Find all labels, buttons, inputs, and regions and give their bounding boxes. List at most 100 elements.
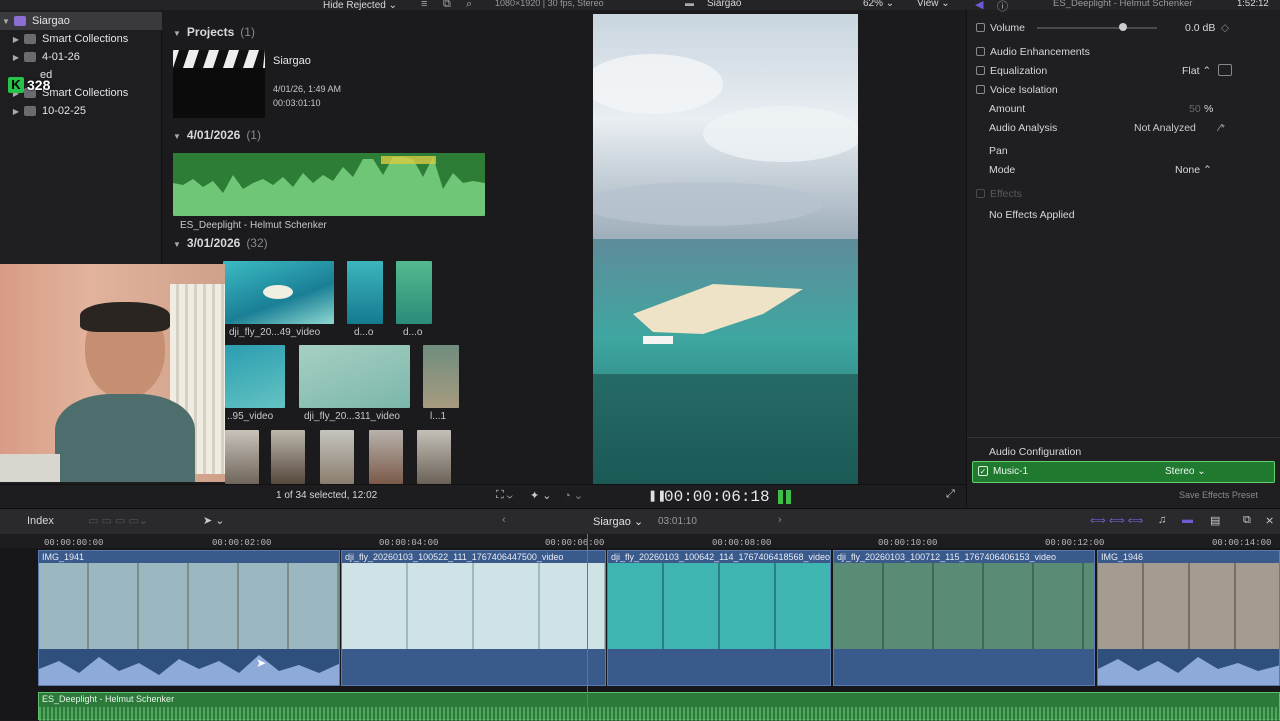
video-clip-thumbnail[interactable] [423,345,459,408]
audio-inspector-icon[interactable]: ◀ [975,0,983,11]
headphones-icon[interactable]: ♫ [1158,514,1166,526]
audio-clip-thumbnail[interactable] [173,153,485,216]
speed-icon[interactable]: ◔ ⌄ [564,489,583,502]
clapper-icon [173,50,265,68]
inspector-clip-title: ES_Deeplight - Helmut Schenker [1053,0,1193,9]
section-title: 4/01/2026 [186,128,241,142]
channel-checkbox[interactable]: ✓ [978,466,988,476]
disclosure-triangle-icon[interactable]: ▶ [10,35,22,44]
view-label: View [917,0,939,9]
view-dropdown[interactable]: View ⌄ [917,0,950,9]
channel-dropdown[interactable]: Stereo ⌄ [1165,466,1206,477]
video-clip-thumbnail[interactable] [225,430,259,484]
project-thumbnail[interactable] [173,50,265,118]
projects-header[interactable]: ▼ Projects (1) [173,25,255,39]
disclosure-triangle-icon[interactable]: ▼ [173,240,181,249]
volume-checkbox[interactable] [976,23,985,32]
timeline[interactable]: 00:00:00:00 00:00:02:00 00:00:04:00 00:0… [0,534,1280,721]
info-inspector-icon[interactable]: ⓘ [997,0,1008,14]
clip-settings-icon[interactable]: ⧉ [443,0,451,11]
back-arrow-icon[interactable]: ‹ [502,514,506,526]
video-clip-thumbnail[interactable] [396,261,432,324]
voice-isolation-row: Voice Isolation [967,80,1280,99]
library-item-event[interactable]: ▶ 10-02-25 [0,102,162,120]
index-button[interactable]: Index [27,515,54,527]
library-item-event[interactable]: ▶ 4-01-26 [0,48,162,66]
equalization-dropdown[interactable]: Flat ⌃ [1182,65,1211,77]
project-dropdown[interactable]: Siargao ⌄ [593,515,643,528]
timeline-clip[interactable]: IMG_1946 [1097,550,1280,686]
timecode-display[interactable]: 00:00:06:18 [664,488,770,506]
hide-rejected-dropdown[interactable]: Hide Rejected ⌄ [323,0,397,11]
transform-icon[interactable]: ⛶ ⌄ [496,489,513,502]
video-clip-thumbnail[interactable] [271,430,305,484]
ruler-label: 00:00:00:00 [44,538,104,548]
volume-slider[interactable] [1037,27,1157,29]
connect-clip-icon[interactable]: ▭ ▭ ▭ ▭⌄ [88,514,148,527]
clip-name: dji_fly_20260103_100522_111_176740644750… [345,552,564,562]
forward-arrow-icon[interactable]: › [778,514,782,526]
equalization-checkbox[interactable] [976,66,985,75]
search-icon[interactable]: ⌕ [466,0,472,11]
select-tool-icon[interactable]: ➤ ⌄ [203,514,225,527]
timeline-clip[interactable]: dji_fly_20260103_100522_111_176740644750… [341,550,606,686]
eq-graph-icon[interactable] [1218,64,1232,76]
disclosure-triangle-icon[interactable]: ▼ [173,132,181,141]
clip-label: l...1 [430,411,447,422]
divider [967,437,1280,438]
keyframe-icon[interactable]: ◇ [1221,22,1229,34]
video-clip-thumbnail[interactable] [223,261,334,324]
video-clip-thumbnail[interactable] [417,430,451,484]
music-clip[interactable]: ES_Deeplight - Helmut Schenker [38,692,1280,721]
pan-row: Pan [967,141,1280,160]
event-header-4-01-2026[interactable]: ▼ 4/01/2026 (1) [173,128,261,142]
clip-appearance-icon[interactable]: ▤ [1210,514,1220,527]
event-icon [24,106,36,116]
project-name[interactable]: Siargao [273,55,311,67]
timeline-clip[interactable]: dji_fly_20260103_100642_114_176740641856… [607,550,831,686]
timeline-clip[interactable]: dji_fly_20260103_100712_115_176740640615… [833,550,1095,686]
project-icon: ▬ [685,0,694,8]
disclosure-triangle-icon[interactable]: ▶ [10,107,22,116]
close-timeline-icon[interactable]: ⨯ [1265,514,1274,527]
disclosure-triangle-icon[interactable]: ▼ [0,17,12,26]
enhance-icon[interactable]: ✦ ⌄ [530,489,552,502]
enhancements-checkbox[interactable] [976,47,985,56]
fullscreen-icon[interactable]: ⤢ [946,488,955,501]
library-item-label: 4-01-26 [42,51,80,63]
video-clip-thumbnail[interactable] [320,430,354,484]
save-effects-preset-button[interactable]: Save Effects Preset [1179,490,1258,500]
video-clip-thumbnail[interactable] [225,345,285,408]
video-clip-thumbnail[interactable] [347,261,383,324]
section-title: 3/01/2026 [186,236,241,250]
effects-row: Effects [967,184,1280,203]
timeline-clip[interactable]: IMG_1941 [38,550,340,686]
zoom-tools-icon[interactable]: ⟺ ⟺ ⟺ [1090,514,1143,527]
zoom-dropdown[interactable]: 62% ⌄ [863,0,894,9]
window-icon[interactable]: ⧉ [1243,514,1251,527]
library-item-siargao[interactable]: ▼ Siargao [0,12,162,30]
snapping-icon[interactable]: ▬ [1182,514,1193,526]
playhead[interactable] [587,534,588,720]
volume-value[interactable]: 0.0 dB [1185,22,1215,34]
disclosure-triangle-icon[interactable]: ▶ [10,53,22,62]
equalization-row: Equalization Flat ⌃ [967,61,1280,80]
video-clip-thumbnail[interactable] [299,345,410,408]
voice-isolation-checkbox[interactable] [976,85,985,94]
event-header-3-01-2026[interactable]: ▼ 3/01/2026 (32) [173,236,268,250]
voice-isolation-label: Voice Isolation [990,83,1058,96]
library-item-smart-collections[interactable]: ▶ Smart Collections [0,30,162,48]
magic-wand-icon[interactable]: ⁄* [1219,122,1225,134]
video-preview[interactable] [593,14,858,484]
disclosure-triangle-icon[interactable]: ▼ [173,29,181,38]
amount-value[interactable]: 50 [1189,103,1201,115]
inspector-duration: 1:52:12 [1237,0,1269,9]
video-clip-thumbnail[interactable] [369,430,403,484]
filter-label: Hide Rejected [323,0,386,11]
channel-row[interactable]: ✓ Music-1 Stereo ⌄ [972,461,1275,483]
library-item-label: Smart Collections [42,87,129,99]
mode-dropdown[interactable]: None ⌃ [1175,164,1212,176]
list-view-icon[interactable]: ≡ [421,0,427,10]
volume-slider-knob[interactable] [1119,23,1127,31]
audio-meter-left [778,490,783,504]
